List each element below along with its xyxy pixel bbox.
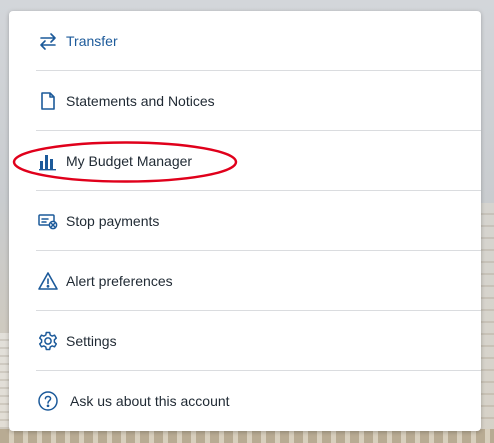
warning-triangle-icon: [37, 270, 59, 292]
background-building-right: [480, 203, 494, 443]
menu-item-label: Ask us about this account: [70, 393, 230, 409]
background-street: [0, 429, 494, 443]
menu-item-settings[interactable]: Settings: [9, 311, 481, 371]
menu-item-budget-manager[interactable]: My Budget Manager: [9, 131, 481, 191]
menu-item-alert-preferences[interactable]: Alert preferences: [9, 251, 481, 311]
menu-item-label: Transfer: [66, 33, 118, 49]
menu-item-label: Settings: [66, 333, 117, 349]
account-actions-menu: Transfer Statements and Notices My Budge…: [9, 11, 481, 431]
stop-payment-check-icon: [37, 210, 59, 232]
document-icon: [37, 90, 59, 112]
transfer-arrows-icon: [37, 30, 59, 52]
question-circle-icon: [37, 390, 59, 412]
bar-chart-icon: [37, 150, 59, 172]
menu-item-transfer[interactable]: Transfer: [9, 11, 481, 71]
gear-icon: [37, 330, 59, 352]
menu-item-label: Statements and Notices: [66, 93, 215, 109]
menu-item-ask-us[interactable]: Ask us about this account: [9, 371, 481, 431]
menu-item-label: My Budget Manager: [66, 153, 193, 169]
menu-item-stop-payments[interactable]: Stop payments: [9, 191, 481, 251]
menu-item-label: Stop payments: [66, 213, 160, 229]
menu-item-label: Alert preferences: [66, 273, 173, 289]
menu-item-statements[interactable]: Statements and Notices: [9, 71, 481, 131]
